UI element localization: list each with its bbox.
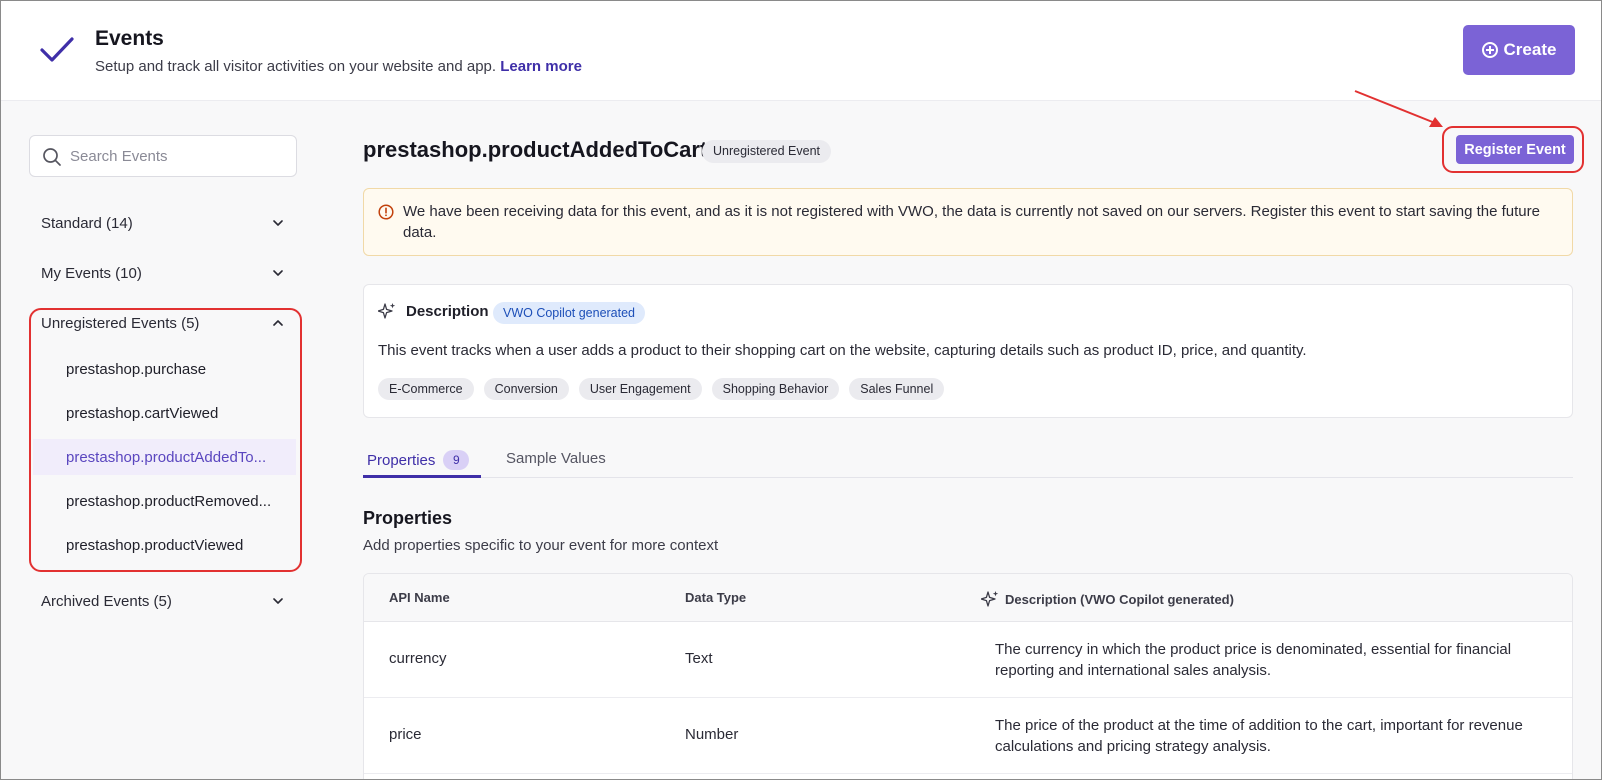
- register-event-button[interactable]: Register Event: [1456, 135, 1574, 164]
- page-subtitle: Setup and track all visitor activities o…: [95, 58, 582, 75]
- count-badge: 9: [443, 450, 470, 470]
- properties-subheading: Add properties specific to your event fo…: [363, 537, 719, 554]
- cell-description: The price of the product at the time of …: [995, 717, 1523, 755]
- column-header-description-label: Description (VWO Copilot generated): [1005, 591, 1234, 607]
- sidebar-group-my-events[interactable]: My Events (10): [41, 260, 283, 286]
- column-header-data-type: Data Type: [685, 590, 747, 605]
- sidebar-group-label: Standard (14): [41, 214, 133, 232]
- page-title: Events: [95, 27, 164, 50]
- sidebar-group-unregistered[interactable]: Unregistered Events (5): [41, 310, 283, 336]
- warning-text: We have been receiving data for this eve…: [403, 203, 1540, 241]
- checkmark-icon: [40, 37, 74, 62]
- tag: Shopping Behavior: [711, 378, 840, 400]
- description-title: Description: [406, 303, 489, 320]
- active-tab-indicator: [363, 475, 481, 478]
- description-text: This event tracks when a user adds a pro…: [378, 342, 1307, 359]
- sidebar-group-label: Unregistered Events (5): [41, 314, 200, 332]
- cell-description: The currency in which the product price …: [995, 641, 1512, 679]
- properties-table: API Name Data Type Description (VWO Copi…: [363, 573, 1573, 779]
- sparkle-icon: [981, 591, 999, 607]
- sidebar-item-product-added-to-cart[interactable]: prestashop.productAddedTo...: [33, 439, 296, 475]
- sidebar-item-product-viewed[interactable]: prestashop.productViewed: [33, 527, 296, 563]
- properties-heading: Properties: [363, 508, 453, 528]
- sidebar-item-purchase[interactable]: prestashop.purchase: [33, 351, 296, 387]
- search-box[interactable]: [29, 135, 297, 177]
- tag: E-Commerce: [378, 378, 474, 400]
- app-window: Events Setup and track all visitor activ…: [0, 0, 1602, 780]
- chevron-down-icon: [273, 218, 283, 228]
- search-input[interactable]: [70, 142, 290, 170]
- chevron-down-icon: [273, 268, 283, 278]
- copilot-badge: VWO Copilot generated: [493, 302, 646, 324]
- create-label: Create: [1503, 40, 1557, 59]
- sidebar-group-standard[interactable]: Standard (14): [41, 210, 283, 236]
- sidebar-group-archived[interactable]: Archived Events (5): [41, 588, 283, 614]
- create-button[interactable]: Create: [1463, 25, 1575, 75]
- event-title: prestashop.productAddedToCart: [363, 137, 708, 162]
- sidebar-group-label: My Events (10): [41, 264, 142, 282]
- tag-list: E-Commerce Conversion User Engagement Sh…: [378, 378, 945, 400]
- cell-api-name: price: [389, 726, 422, 743]
- chevron-up-icon: [273, 318, 283, 328]
- warning-banner: We have been receiving data for this eve…: [363, 188, 1573, 256]
- alert-circle-icon: [378, 204, 394, 220]
- column-header-api-name: API Name: [389, 590, 450, 605]
- tab-bar: Properties 9 Sample Values: [363, 444, 1573, 478]
- table-header: API Name Data Type Description (VWO Copi…: [364, 574, 1572, 622]
- cell-data-type: Text: [685, 650, 713, 667]
- cell-api-name: currency: [389, 650, 447, 667]
- page-header: Events Setup and track all visitor activ…: [1, 1, 1601, 101]
- annotation-arrow: [1354, 90, 1443, 127]
- plus-circle-icon: [1481, 42, 1498, 58]
- tag: Conversion: [483, 378, 569, 400]
- subtitle-text: Setup and track all visitor activities o…: [95, 58, 497, 75]
- tag: User Engagement: [578, 378, 702, 400]
- sidebar-group-label: Archived Events (5): [41, 592, 172, 610]
- column-header-description: Description (VWO Copilot generated): [981, 590, 1234, 608]
- search-icon: [43, 148, 61, 166]
- tab-properties-label: Properties: [367, 451, 436, 469]
- learn-more-link[interactable]: Learn more: [500, 58, 582, 75]
- status-badge: Unregistered Event: [702, 140, 832, 163]
- tab-properties[interactable]: Properties 9: [367, 450, 470, 470]
- cell-data-type: Number: [685, 726, 739, 743]
- chevron-down-icon: [273, 596, 283, 606]
- sidebar-item-cart-viewed[interactable]: prestashop.cartViewed: [33, 395, 296, 431]
- description-card: Description VWO Copilot generated This e…: [363, 284, 1573, 418]
- table-row[interactable]: currency Text The currency in which the …: [364, 622, 1572, 698]
- tag: Sales Funnel: [849, 378, 945, 400]
- sidebar-item-product-removed[interactable]: prestashop.productRemoved...: [33, 483, 296, 519]
- tab-sample-values[interactable]: Sample Values: [506, 450, 606, 467]
- table-row[interactable]: price Number The price of the product at…: [364, 698, 1572, 774]
- sparkle-icon: [378, 303, 396, 319]
